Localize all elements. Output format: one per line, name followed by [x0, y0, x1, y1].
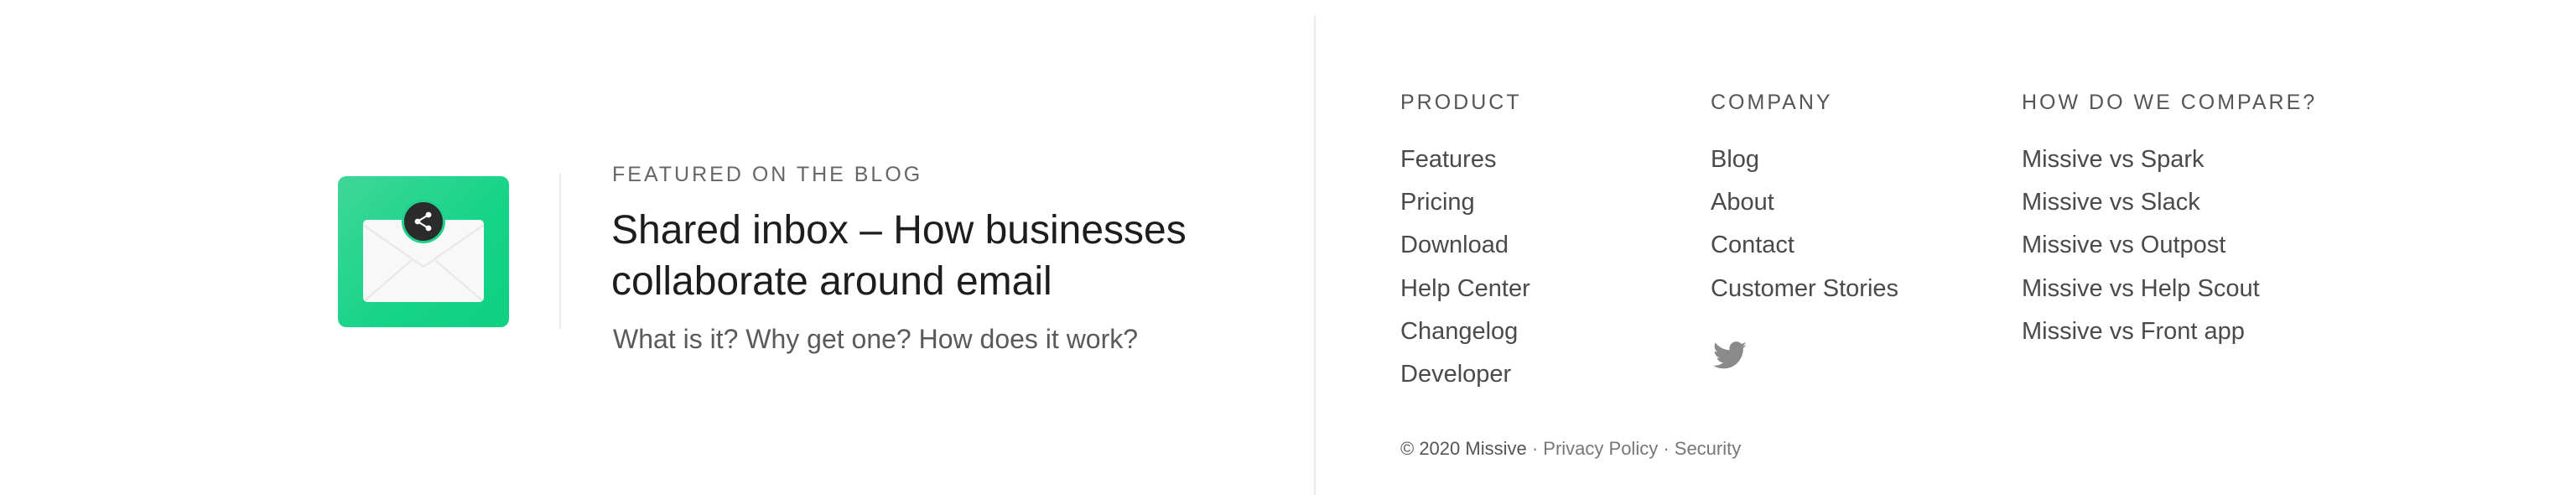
separator: · — [1658, 438, 1675, 459]
copyright: © 2020 Missive — [1400, 438, 1527, 459]
footer-link-about[interactable]: About — [1711, 187, 1898, 230]
footer-link-contact[interactable]: Contact — [1711, 230, 1898, 273]
share-icon — [402, 200, 445, 243]
footer-link-vs-front-app[interactable]: Missive vs Front app — [2022, 316, 2317, 359]
security-link[interactable]: Security — [1675, 438, 1741, 459]
link-list: Features Pricing Download Help Center Ch… — [1400, 144, 1530, 402]
twitter-icon[interactable] — [1711, 341, 1748, 374]
link-list: Blog About Contact Customer Stories — [1711, 144, 1898, 316]
privacy-policy-link[interactable]: Privacy Policy — [1543, 438, 1658, 459]
footer-link-vs-slack[interactable]: Missive vs Slack — [2022, 187, 2317, 230]
blog-title-link[interactable]: Shared inbox – How businesses collaborat… — [611, 205, 1249, 307]
footer-column-compare: HOW DO WE COMPARE? Missive vs Spark Miss… — [2022, 91, 2317, 359]
legal-bar: © 2020 Missive · Privacy Policy · Securi… — [1400, 438, 1741, 460]
footer-link-help-center[interactable]: Help Center — [1400, 274, 1530, 316]
footer-link-developer[interactable]: Developer — [1400, 359, 1530, 402]
footer-link-pricing[interactable]: Pricing — [1400, 187, 1530, 230]
footer-link-customer-stories[interactable]: Customer Stories — [1711, 274, 1898, 316]
column-heading: COMPANY — [1711, 91, 1833, 114]
footer-link-vs-outpost[interactable]: Missive vs Outpost — [2022, 230, 2317, 273]
separator: · — [1526, 438, 1544, 459]
footer-column-product: PRODUCT Features Pricing Download Help C… — [1400, 91, 1530, 402]
footer-link-features[interactable]: Features — [1400, 144, 1530, 187]
section-divider — [1314, 15, 1316, 495]
footer-link-vs-help-scout[interactable]: Missive vs Help Scout — [2022, 274, 2317, 316]
blog-subtitle: What is it? Why get one? How does it wor… — [613, 324, 1139, 354]
footer-column-company: COMPANY Blog About Contact Customer Stor… — [1711, 91, 1898, 316]
column-heading: HOW DO WE COMPARE? — [2022, 91, 2318, 114]
footer-link-blog[interactable]: Blog — [1711, 144, 1898, 187]
blog-separator — [559, 173, 561, 329]
featured-label: FEATURED ON THE BLOG — [612, 163, 923, 186]
footer-link-changelog[interactable]: Changelog — [1400, 316, 1530, 359]
link-list: Missive vs Spark Missive vs Slack Missiv… — [2022, 144, 2317, 359]
footer-link-vs-spark[interactable]: Missive vs Spark — [2022, 144, 2317, 187]
blog-thumbnail[interactable] — [338, 176, 509, 327]
column-heading: PRODUCT — [1400, 91, 1522, 114]
footer-link-download[interactable]: Download — [1400, 230, 1530, 273]
